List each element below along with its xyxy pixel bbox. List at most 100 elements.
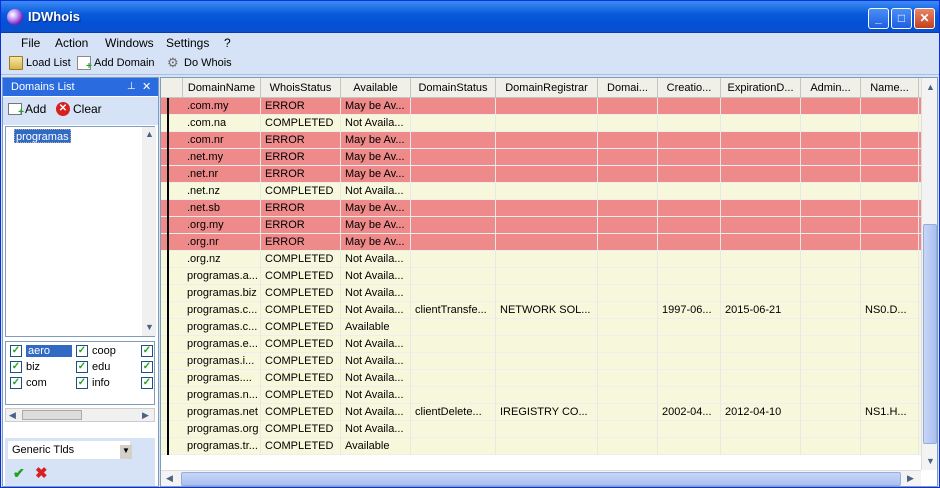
table-cell[interactable] (801, 234, 861, 251)
table-cell[interactable] (658, 200, 721, 217)
table-row[interactable]: .com.my ERROR May be Av... (161, 98, 921, 115)
do-whois-button[interactable]: ⚙ Do Whois (167, 56, 232, 70)
column-header-available[interactable]: Available (341, 78, 411, 98)
table-cell[interactable]: .com.nr (183, 132, 261, 149)
table-cell[interactable]: May be Av... (341, 217, 411, 234)
table-cell[interactable] (721, 200, 801, 217)
column-header-domainname[interactable]: DomainName (183, 78, 261, 98)
table-cell[interactable] (801, 438, 861, 455)
table-cell[interactable]: programas.tr... (183, 438, 261, 455)
table-cell[interactable] (658, 336, 721, 353)
table-cell[interactable] (411, 149, 496, 166)
table-cell[interactable] (801, 98, 861, 115)
scrollbar-thumb[interactable] (181, 472, 901, 486)
table-cell[interactable]: COMPLETED (261, 353, 341, 370)
table-cell[interactable] (721, 353, 801, 370)
maximize-button[interactable]: □ (891, 8, 912, 29)
table-cell[interactable] (801, 336, 861, 353)
row-selector[interactable] (161, 251, 169, 268)
column-header-domai[interactable]: Domai... (598, 78, 658, 98)
table-cell[interactable] (721, 183, 801, 200)
table-cell[interactable] (411, 132, 496, 149)
table-row[interactable]: programas.e... COMPLETED Not Availa... (161, 336, 921, 353)
table-cell[interactable] (801, 302, 861, 319)
results-grid[interactable]: DomainName WhoisStatus Available DomainStat… (160, 77, 938, 487)
table-cell[interactable] (411, 217, 496, 234)
table-cell[interactable] (658, 166, 721, 183)
table-cell[interactable] (721, 234, 801, 251)
row-selector[interactable] (161, 115, 169, 132)
table-cell[interactable] (496, 387, 598, 404)
table-cell[interactable] (721, 217, 801, 234)
table-cell[interactable] (658, 438, 721, 455)
row-selector[interactable] (161, 387, 169, 404)
table-cell[interactable] (496, 132, 598, 149)
table-cell[interactable] (598, 200, 658, 217)
table-cell[interactable]: .net.nz (183, 183, 261, 200)
table-cell[interactable] (721, 336, 801, 353)
tld-horizontal-scrollbar[interactable]: ◀ ▶ (5, 408, 155, 422)
table-cell[interactable] (496, 200, 598, 217)
table-cell[interactable]: COMPLETED (261, 115, 341, 132)
row-selector[interactable] (161, 166, 169, 183)
table-cell[interactable]: COMPLETED (261, 404, 341, 421)
table-cell[interactable] (861, 336, 919, 353)
column-header-name[interactable]: Name... (861, 78, 919, 98)
table-row[interactable]: .com.na COMPLETED Not Availa... (161, 115, 921, 132)
table-cell[interactable]: May be Av... (341, 98, 411, 115)
menu-file[interactable]: File (21, 36, 40, 50)
table-cell[interactable]: COMPLETED (261, 302, 341, 319)
table-cell[interactable]: May be Av... (341, 132, 411, 149)
table-cell[interactable] (496, 370, 598, 387)
table-cell[interactable]: Not Availa... (341, 302, 411, 319)
table-cell[interactable]: .net.sb (183, 200, 261, 217)
row-selector[interactable] (161, 285, 169, 302)
table-cell[interactable] (496, 98, 598, 115)
table-cell[interactable] (496, 421, 598, 438)
tld-item-coop[interactable]: ✓ coop (76, 345, 116, 357)
table-cell[interactable] (411, 115, 496, 132)
table-cell[interactable] (861, 319, 919, 336)
table-cell[interactable]: COMPLETED (261, 285, 341, 302)
table-cell[interactable]: 2015-06-21 (721, 302, 801, 319)
table-cell[interactable] (598, 336, 658, 353)
table-cell[interactable] (496, 268, 598, 285)
table-cell[interactable] (598, 285, 658, 302)
table-cell[interactable] (411, 336, 496, 353)
table-cell[interactable]: .org.nr (183, 234, 261, 251)
table-cell[interactable] (721, 132, 801, 149)
table-cell[interactable] (721, 370, 801, 387)
table-cell[interactable] (658, 370, 721, 387)
table-cell[interactable]: programas.a... (183, 268, 261, 285)
table-cell[interactable] (658, 285, 721, 302)
table-cell[interactable] (411, 166, 496, 183)
table-cell[interactable]: IREGISTRY CO... (496, 404, 598, 421)
table-cell[interactable] (496, 353, 598, 370)
table-cell[interactable] (861, 421, 919, 438)
table-cell[interactable] (411, 387, 496, 404)
column-header-admin[interactable]: Admin... (801, 78, 861, 98)
table-cell[interactable]: clientDelete... (411, 404, 496, 421)
table-cell[interactable] (721, 149, 801, 166)
tld-item-info[interactable]: ✓ info (76, 377, 110, 389)
table-row[interactable]: .com.nr ERROR May be Av... (161, 132, 921, 149)
table-cell[interactable] (721, 319, 801, 336)
table-cell[interactable] (496, 166, 598, 183)
row-selector[interactable] (161, 132, 169, 149)
table-row[interactable]: programas.tr... COMPLETED Available (161, 438, 921, 455)
table-cell[interactable] (598, 98, 658, 115)
column-header-whoisstatus[interactable]: WhoisStatus (261, 78, 341, 98)
table-row[interactable]: .net.nr ERROR May be Av... (161, 166, 921, 183)
domain-list-item[interactable]: programas (14, 129, 71, 143)
table-cell[interactable] (598, 234, 658, 251)
table-cell[interactable]: Not Availa... (341, 387, 411, 404)
table-cell[interactable] (411, 98, 496, 115)
row-selector[interactable] (161, 217, 169, 234)
table-cell[interactable] (598, 353, 658, 370)
row-selector[interactable] (161, 353, 169, 370)
table-cell[interactable] (598, 132, 658, 149)
table-cell[interactable] (861, 268, 919, 285)
table-cell[interactable]: 2002-04... (658, 404, 721, 421)
table-cell[interactable] (496, 183, 598, 200)
table-cell[interactable] (598, 319, 658, 336)
